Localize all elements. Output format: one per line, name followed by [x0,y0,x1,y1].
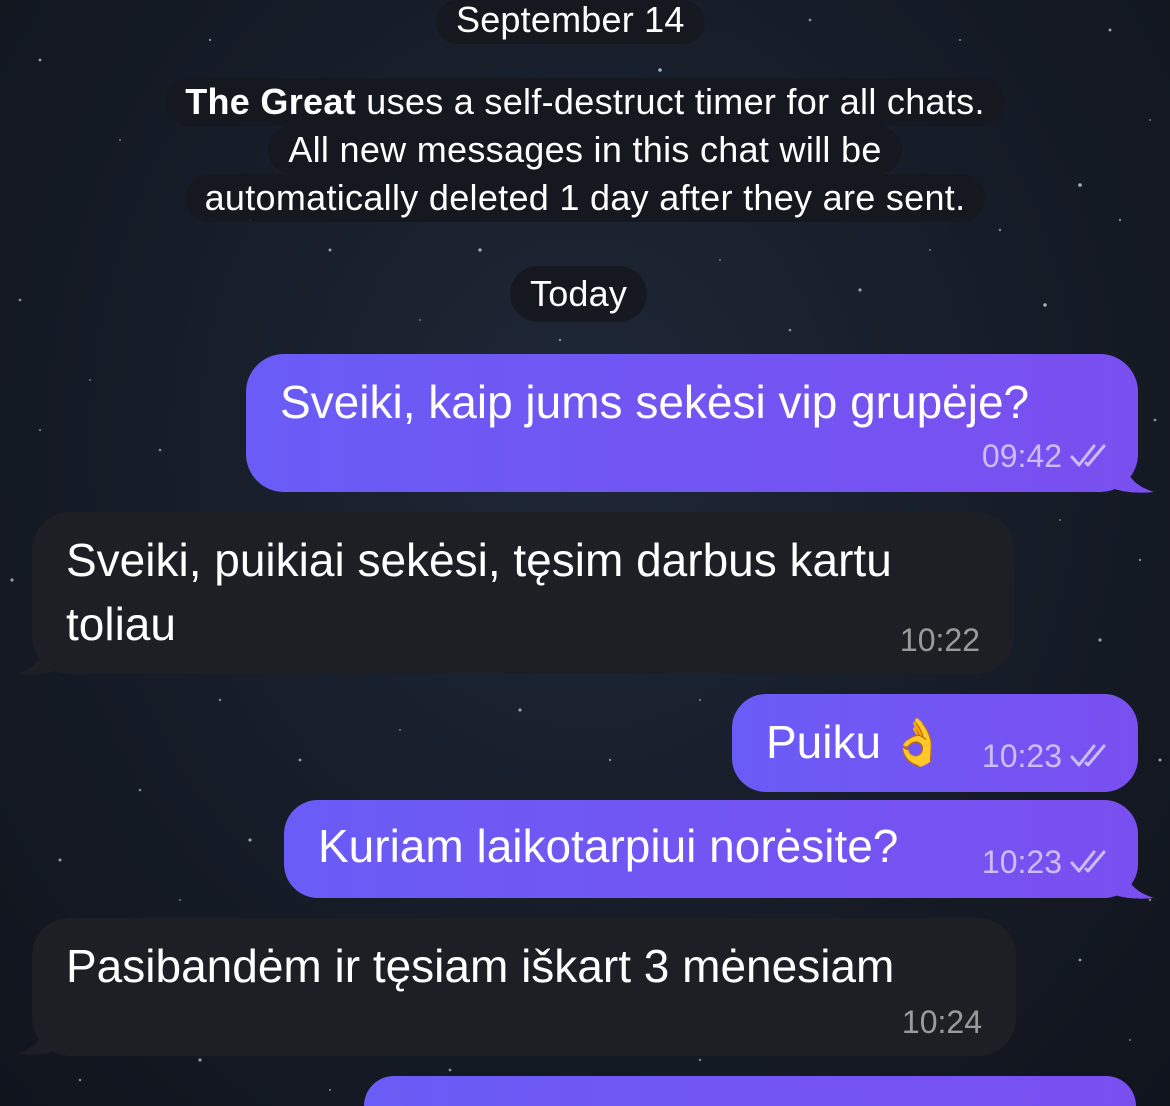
double-check-icon [1070,744,1106,767]
message-time: 09:42 [981,438,1062,474]
ok-hand-emoji: 👌 [889,716,947,768]
message-text-line-2: toliau [66,598,176,650]
message-bubble-outgoing[interactable]: Kuriam laikotarpiui norėsite? 10:23 [284,800,1138,898]
message-text: Sveiki, kaip jums sekėsi vip grupėje? [280,376,1030,428]
message-meta: 10:22 [900,622,980,658]
message-text: Kuriam laikotarpiui norėsite? [318,820,899,872]
message-meta: 10:24 [902,1004,982,1040]
message-bubble-outgoing[interactable]: Puiku 👌 10:23 [732,694,1138,792]
message-text-body: Puiku [766,716,882,768]
message-bubble-outgoing-partial[interactable] [364,1076,1136,1106]
message-time: 10:23 [981,738,1062,774]
notice-bold-name: The Great [185,81,356,122]
message-bubble-incoming[interactable]: Sveiki, puikiai sekėsi, tęsim darbus kar… [32,512,1014,674]
notice-line-1: The Great uses a self-destruct timer for… [165,78,1005,126]
message-meta: 10:23 [982,738,1112,774]
message-time: 10:24 [901,1004,982,1040]
message-text: Pasibandėm ir tęsiam iškart 3 mėnesiam [66,940,895,992]
message-text: Puiku 👌 [766,710,946,774]
message-bubble-outgoing[interactable]: Sveiki, kaip jums sekėsi vip grupėje? 09… [246,354,1138,492]
double-check-icon [1070,850,1106,873]
message-meta: 09:42 [982,438,1112,474]
message-time: 10:22 [899,622,980,658]
self-destruct-notice: The Great uses a self-destruct timer for… [0,78,1170,222]
message-bubble-incoming[interactable]: Pasibandėm ir tęsiam iškart 3 mėnesiam 1… [32,918,1016,1056]
date-header-text: September 14 [456,0,685,40]
notice-line-2: All new messages in this chat will be [268,126,902,174]
double-check-icon [1070,444,1106,467]
message-meta: 10:23 [982,844,1112,880]
notice-line-3: automatically deleted 1 day after they a… [184,174,986,222]
message-time: 10:23 [981,844,1062,880]
notice-line-1-rest: uses a self-destruct timer for all chats… [355,81,985,122]
message-text-line-1: Sveiki, puikiai sekėsi, tęsim darbus kar… [66,534,892,586]
date-header-text: Today [530,273,628,314]
date-header-today: Today [510,266,648,322]
date-header-september: September 14 [436,0,705,44]
